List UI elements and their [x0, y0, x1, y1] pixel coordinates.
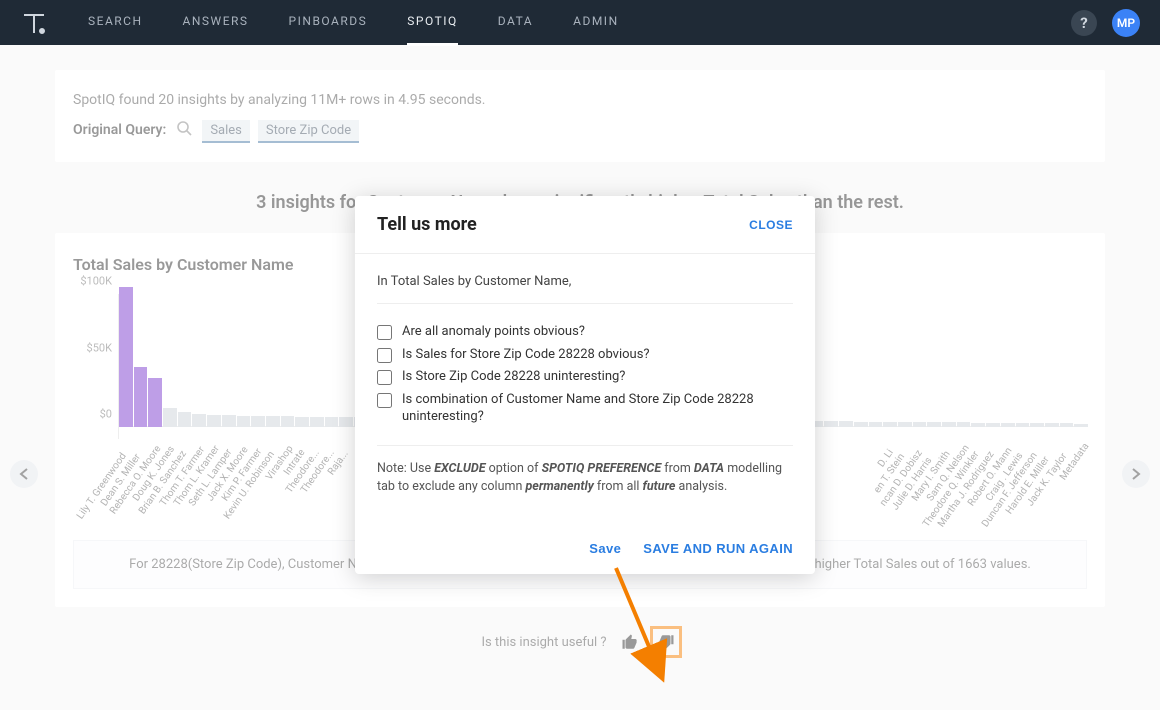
chart-bar[interactable] [839, 421, 853, 427]
chart-bar[interactable] [1074, 424, 1088, 427]
chart-bar[interactable] [163, 408, 177, 427]
chart-bar[interactable] [898, 422, 912, 427]
chart-bar[interactable] [339, 417, 353, 427]
search-icon [176, 120, 192, 140]
original-query-row: Original Query: Sales Store Zip Code [73, 120, 1087, 140]
query-pill[interactable]: Sales [202, 120, 250, 143]
next-insight-button[interactable] [1122, 460, 1150, 488]
y-tick: $100K [80, 275, 112, 288]
modal-checkbox[interactable] [377, 325, 392, 340]
chart-bar[interactable] [295, 417, 309, 428]
chart-bar[interactable] [1045, 423, 1059, 427]
nav-item-spotiq[interactable]: SPOTIQ [407, 0, 457, 46]
feedback-modal: Tell us more CLOSE In Total Sales by Cus… [355, 196, 815, 574]
modal-note: Note: Use EXCLUDE option of SPOTIQ PREFE… [377, 446, 793, 498]
chart-bar[interactable] [883, 422, 897, 427]
chart-bar[interactable] [310, 417, 324, 427]
chart-bar[interactable] [134, 367, 148, 427]
chart-bar[interactable] [251, 416, 265, 427]
chart-bar[interactable] [1030, 423, 1044, 427]
top-nav: SEARCHANSWERSPINBOARDSSPOTIQDATAADMIN ? … [0, 0, 1160, 45]
chart-bar[interactable] [119, 287, 133, 427]
chart-bar[interactable] [192, 414, 206, 427]
modal-check-label: Is Store Zip Code 28228 uninteresting? [402, 368, 625, 386]
feedback-row: Is this insight useful ? [55, 629, 1105, 655]
chart-bar[interactable] [281, 416, 295, 427]
modal-check-label: Is Sales for Store Zip Code 28228 obviou… [402, 346, 650, 364]
feedback-prompt: Is this insight useful ? [481, 635, 606, 650]
modal-checkbox[interactable] [377, 348, 392, 363]
chart-bar[interactable] [913, 422, 927, 427]
chart-bar[interactable] [942, 422, 956, 427]
modal-title: Tell us more [377, 214, 477, 235]
y-axis: $0$50K$100K [73, 294, 118, 439]
nav-item-pinboards[interactable]: PINBOARDS [289, 0, 368, 46]
logo-icon[interactable] [20, 9, 48, 37]
chart-bar[interactable] [869, 422, 883, 427]
modal-checkbox[interactable] [377, 393, 392, 408]
modal-save-run-button[interactable]: SAVE AND RUN AGAIN [643, 541, 793, 556]
modal-close-button[interactable]: CLOSE [749, 218, 793, 232]
chart-bar[interactable] [1016, 423, 1030, 427]
y-tick: $50K [87, 341, 112, 354]
modal-checklist: Are all anomaly points obvious? Is Sales … [377, 304, 793, 446]
modal-check-row: Is Sales for Store Zip Code 28228 obviou… [377, 346, 793, 364]
chart-bar[interactable] [266, 416, 280, 427]
modal-check-label: Is combination of Customer Name and Stor… [402, 391, 793, 426]
prev-insight-button[interactable] [10, 460, 38, 488]
chart-bar[interactable] [148, 378, 162, 427]
modal-check-row: Are all anomaly points obvious? [377, 323, 793, 341]
chart-bar[interactable] [1060, 423, 1074, 427]
avatar[interactable]: MP [1112, 9, 1140, 37]
help-icon[interactable]: ? [1071, 10, 1097, 36]
nav-item-answers[interactable]: ANSWERS [183, 0, 249, 46]
y-tick: $0 [100, 408, 112, 421]
chart-bar[interactable] [222, 415, 236, 427]
nav-item-admin[interactable]: ADMIN [573, 0, 619, 46]
thumbs-down-button[interactable] [653, 629, 679, 655]
modal-save-button[interactable]: Save [589, 541, 621, 556]
nav-item-data[interactable]: DATA [498, 0, 533, 46]
chart-bar[interactable] [207, 415, 221, 427]
chart-bar[interactable] [824, 421, 838, 427]
chart-bar[interactable] [957, 422, 971, 427]
chart-bar[interactable] [237, 416, 251, 427]
chart-bar[interactable] [325, 417, 339, 427]
summary-card: SpotIQ found 20 insights by analyzing 11… [55, 70, 1105, 162]
modal-lead-text: In Total Sales by Customer Name, [377, 274, 793, 304]
query-pill[interactable]: Store Zip Code [258, 120, 359, 143]
chart-bar[interactable] [178, 412, 192, 427]
chart-bar[interactable] [1001, 423, 1015, 427]
chart-bar[interactable] [854, 422, 868, 427]
chart-bar[interactable] [986, 423, 1000, 427]
chart-bar[interactable] [927, 422, 941, 427]
thumbs-up-button[interactable] [617, 629, 643, 655]
modal-check-label: Are all anomaly points obvious? [402, 323, 585, 341]
nav-item-search[interactable]: SEARCH [88, 0, 143, 46]
chart-bar[interactable] [971, 423, 985, 427]
modal-checkbox[interactable] [377, 370, 392, 385]
original-query-label: Original Query: [73, 122, 166, 138]
summary-text: SpotIQ found 20 insights by analyzing 11… [73, 92, 1087, 108]
modal-check-row: Is combination of Customer Name and Stor… [377, 391, 793, 426]
modal-check-row: Is Store Zip Code 28228 uninteresting? [377, 368, 793, 386]
